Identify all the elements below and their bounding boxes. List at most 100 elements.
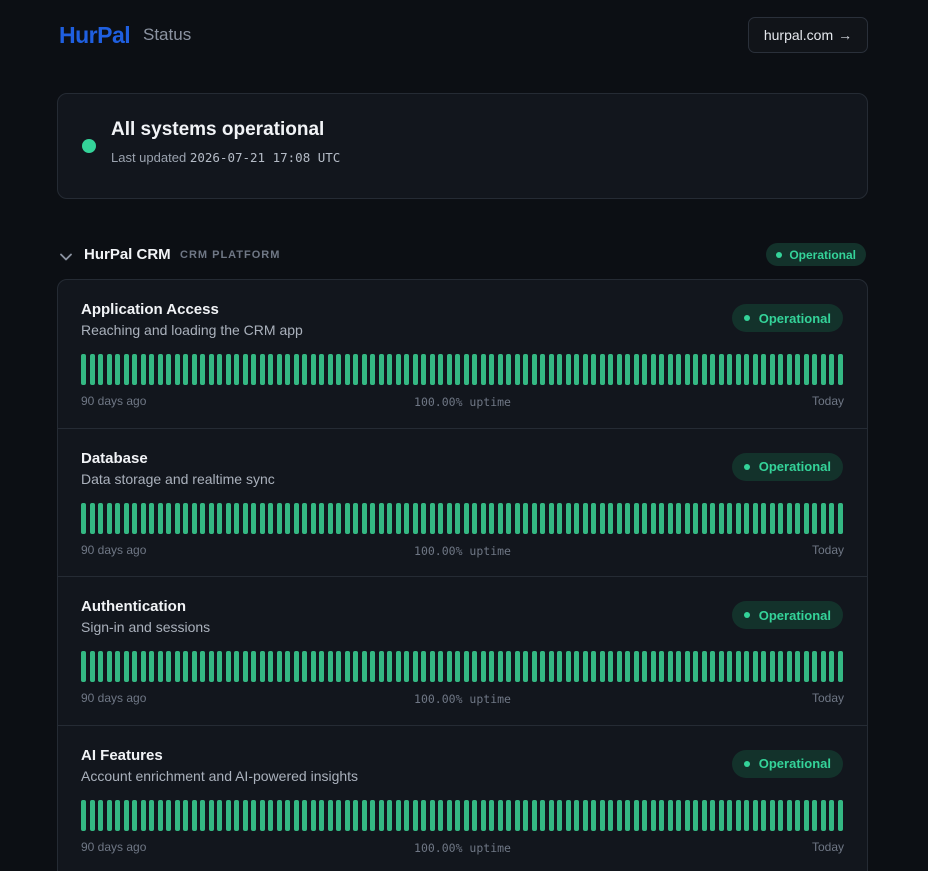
uptime-day-bar[interactable] — [149, 502, 155, 534]
uptime-day-bar[interactable] — [795, 799, 801, 831]
uptime-day-bar[interactable] — [761, 354, 767, 385]
uptime-day-bar[interactable] — [455, 651, 461, 682]
uptime-day-bar[interactable] — [608, 354, 614, 385]
uptime-day-bar[interactable] — [276, 651, 282, 682]
uptime-day-bar[interactable] — [302, 799, 308, 831]
uptime-day-bar[interactable] — [115, 651, 121, 682]
uptime-day-bar[interactable] — [514, 502, 520, 534]
uptime-day-bar[interactable] — [795, 354, 801, 385]
uptime-day-bar[interactable] — [599, 502, 605, 534]
uptime-day-bar[interactable] — [191, 354, 197, 385]
uptime-day-bar[interactable] — [370, 502, 376, 534]
uptime-day-bar[interactable] — [319, 799, 325, 831]
uptime-day-bar[interactable] — [455, 799, 461, 831]
uptime-day-bar[interactable] — [225, 354, 231, 385]
uptime-day-bar[interactable] — [378, 799, 384, 831]
uptime-day-bar[interactable] — [234, 354, 240, 385]
uptime-day-bar[interactable] — [208, 502, 214, 534]
uptime-day-bar[interactable] — [480, 799, 486, 831]
uptime-day-bar[interactable] — [327, 799, 333, 831]
uptime-day-bar[interactable] — [463, 799, 469, 831]
uptime-day-bar[interactable] — [727, 799, 733, 831]
uptime-day-bar[interactable] — [633, 502, 639, 534]
uptime-day-bar[interactable] — [761, 651, 767, 682]
uptime-day-bar[interactable] — [378, 651, 384, 682]
uptime-day-bar[interactable] — [710, 651, 716, 682]
uptime-day-bar[interactable] — [616, 354, 622, 385]
uptime-day-bar[interactable] — [829, 651, 835, 682]
uptime-day-bar[interactable] — [327, 354, 333, 385]
uptime-day-bar[interactable] — [778, 651, 784, 682]
uptime-day-bar[interactable] — [115, 354, 121, 385]
uptime-day-bar[interactable] — [404, 354, 410, 385]
uptime-day-bar[interactable] — [727, 354, 733, 385]
uptime-day-bar[interactable] — [421, 651, 427, 682]
uptime-day-bar[interactable] — [582, 799, 588, 831]
uptime-day-bar[interactable] — [217, 354, 223, 385]
uptime-day-bar[interactable] — [718, 799, 724, 831]
uptime-day-bar[interactable] — [710, 354, 716, 385]
uptime-day-bar[interactable] — [225, 799, 231, 831]
uptime-day-bar[interactable] — [251, 502, 257, 534]
uptime-day-bar[interactable] — [293, 799, 299, 831]
uptime-day-bar[interactable] — [123, 502, 129, 534]
uptime-day-bar[interactable] — [81, 354, 87, 385]
uptime-day-bar[interactable] — [650, 354, 656, 385]
uptime-day-bar[interactable] — [421, 502, 427, 534]
uptime-day-bar[interactable] — [463, 354, 469, 385]
uptime-day-bar[interactable] — [251, 799, 257, 831]
uptime-day-bar[interactable] — [438, 799, 444, 831]
uptime-day-bar[interactable] — [353, 799, 359, 831]
uptime-day-bar[interactable] — [769, 354, 775, 385]
uptime-day-bar[interactable] — [565, 651, 571, 682]
uptime-day-bar[interactable] — [506, 502, 512, 534]
uptime-day-bar[interactable] — [302, 651, 308, 682]
uptime-day-bar[interactable] — [633, 354, 639, 385]
uptime-day-bar[interactable] — [429, 799, 435, 831]
uptime-day-bar[interactable] — [353, 502, 359, 534]
uptime-day-bar[interactable] — [208, 799, 214, 831]
uptime-day-bar[interactable] — [803, 651, 809, 682]
uptime-day-bar[interactable] — [803, 354, 809, 385]
uptime-day-bar[interactable] — [548, 354, 554, 385]
uptime-day-bar[interactable] — [268, 651, 274, 682]
uptime-day-bar[interactable] — [395, 651, 401, 682]
uptime-day-bar[interactable] — [191, 651, 197, 682]
uptime-day-bar[interactable] — [242, 651, 248, 682]
uptime-day-bar[interactable] — [361, 354, 367, 385]
uptime-day-bar[interactable] — [710, 502, 716, 534]
uptime-day-bar[interactable] — [778, 502, 784, 534]
uptime-day-bar[interactable] — [557, 354, 563, 385]
uptime-day-bar[interactable] — [778, 799, 784, 831]
uptime-day-bar[interactable] — [531, 502, 537, 534]
uptime-day-bar[interactable] — [268, 354, 274, 385]
uptime-day-bar[interactable] — [98, 799, 104, 831]
uptime-day-bar[interactable] — [642, 354, 648, 385]
uptime-day-bar[interactable] — [506, 354, 512, 385]
uptime-day-bar[interactable] — [200, 799, 206, 831]
uptime-day-bar[interactable] — [446, 651, 452, 682]
uptime-day-bar[interactable] — [786, 799, 792, 831]
uptime-day-bar[interactable] — [132, 502, 138, 534]
uptime-day-bar[interactable] — [489, 651, 495, 682]
uptime-day-bar[interactable] — [140, 651, 146, 682]
uptime-day-bar[interactable] — [344, 651, 350, 682]
uptime-day-bar[interactable] — [140, 799, 146, 831]
uptime-day-bar[interactable] — [829, 502, 835, 534]
uptime-day-bar[interactable] — [412, 502, 418, 534]
uptime-day-bar[interactable] — [200, 651, 206, 682]
uptime-day-bar[interactable] — [514, 354, 520, 385]
uptime-day-bar[interactable] — [89, 354, 95, 385]
uptime-day-bar[interactable] — [344, 502, 350, 534]
uptime-day-bar[interactable] — [497, 354, 503, 385]
uptime-day-bar[interactable] — [744, 502, 750, 534]
uptime-day-bar[interactable] — [353, 651, 359, 682]
uptime-day-bar[interactable] — [625, 502, 631, 534]
uptime-day-bar[interactable] — [123, 354, 129, 385]
uptime-day-bar[interactable] — [820, 651, 826, 682]
uptime-day-bar[interactable] — [693, 502, 699, 534]
uptime-day-bar[interactable] — [183, 502, 189, 534]
uptime-day-bar[interactable] — [412, 651, 418, 682]
uptime-day-bar[interactable] — [574, 502, 580, 534]
uptime-day-bar[interactable] — [455, 502, 461, 534]
